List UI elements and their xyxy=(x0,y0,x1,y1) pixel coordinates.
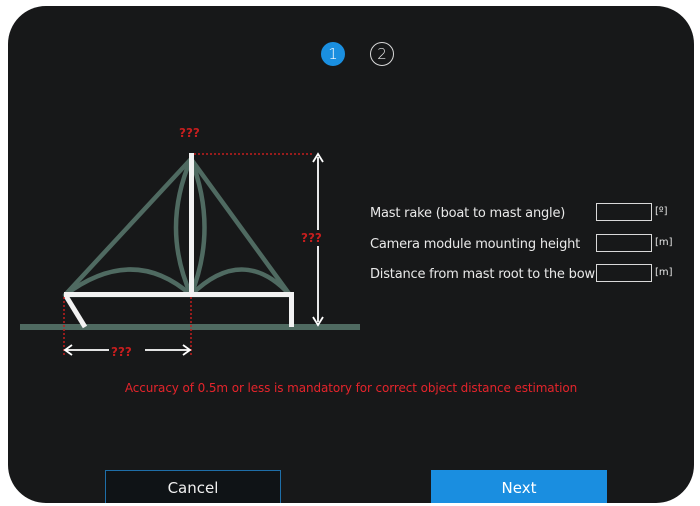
mast-rake-label: Mast rake (boat to mast angle) xyxy=(370,206,566,221)
camera-height-unit: [m] xyxy=(655,237,673,248)
boat-measurement-diagram: ??? ??? ??? xyxy=(20,126,360,359)
camera-height-input[interactable] xyxy=(596,234,652,252)
setup-dialog: 1 2 ??? ??? ??? Mast rake (boat to mast … xyxy=(8,6,694,503)
stern xyxy=(289,292,294,327)
mast xyxy=(189,153,194,297)
water-line xyxy=(20,324,360,330)
deck xyxy=(64,292,294,297)
height-unknown-marker: ??? xyxy=(301,231,322,245)
mainsail-left-curve xyxy=(173,158,194,296)
mast-to-bow-input[interactable] xyxy=(596,264,652,282)
accuracy-warning: Accuracy of 0.5m or less is mandatory fo… xyxy=(124,381,578,395)
camera-height-label: Camera module mounting height xyxy=(370,237,581,252)
cancel-button[interactable]: Cancel xyxy=(105,470,281,503)
distance-unknown-marker: ??? xyxy=(111,345,132,359)
bow xyxy=(63,294,88,329)
mast-to-bow-label: Distance from mast root to the bow xyxy=(370,267,595,282)
mast-top-unknown-marker: ??? xyxy=(179,126,200,140)
next-button[interactable]: Next xyxy=(431,470,607,503)
mast-to-bow-unit: [m] xyxy=(655,267,673,278)
mast-rake-input[interactable] xyxy=(596,203,652,221)
mast-rake-unit: [º] xyxy=(655,206,668,217)
